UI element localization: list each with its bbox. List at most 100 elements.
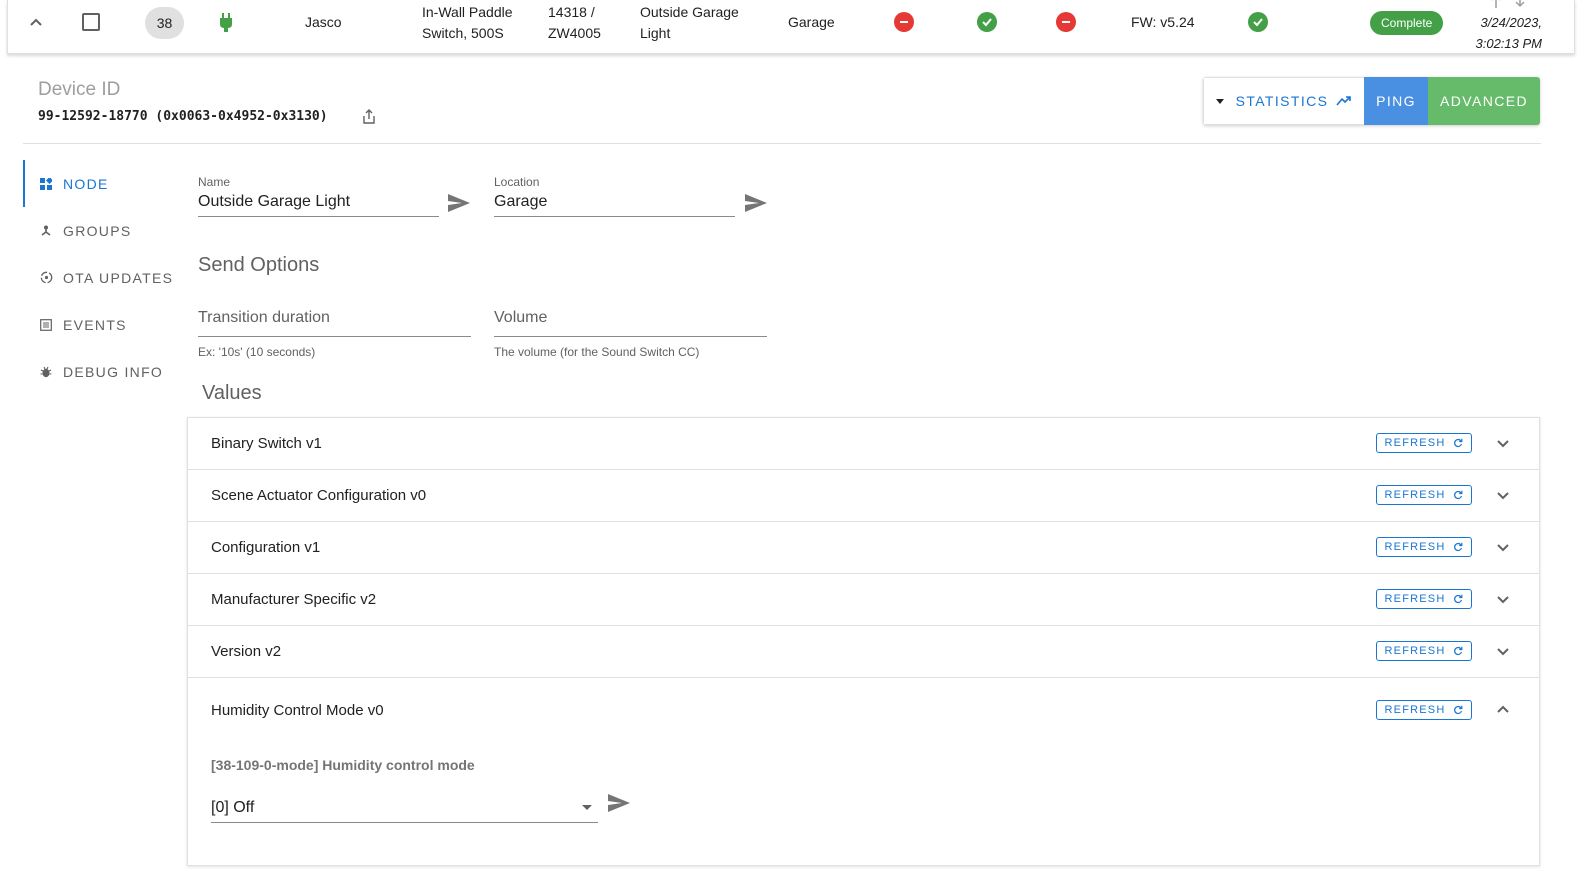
refresh-icon	[1453, 594, 1463, 604]
grid-icon	[39, 177, 53, 191]
value-group-title: Binary Switch v1	[211, 435, 322, 452]
values-title: Values	[202, 382, 262, 404]
plug-icon	[220, 13, 232, 36]
refresh-icon	[1453, 542, 1463, 552]
value-group-row[interactable]: Version v2 REFRESH	[188, 626, 1539, 678]
tab-events[interactable]: EVENTS	[23, 301, 183, 348]
advanced-button[interactable]: ADVANCED	[1428, 77, 1540, 125]
refresh-button[interactable]: REFRESH	[1376, 589, 1472, 609]
refresh-button[interactable]: REFRESH	[1376, 485, 1472, 505]
update-icon	[39, 271, 53, 285]
tab-ota-updates[interactable]: OTA UPDATES	[23, 254, 183, 301]
tab-label: OTA UPDATES	[63, 269, 174, 286]
device-id-value: 99-12592-18770 (0x0063-0x4952-0x3130)	[38, 109, 328, 124]
ping-button[interactable]: PING	[1364, 77, 1428, 125]
humidity-mode-value: [0] Off	[211, 799, 255, 816]
name-field[interactable]: Name Outside Garage Light	[198, 175, 439, 217]
node-id-chip: 38	[145, 7, 184, 39]
export-icon[interactable]	[362, 109, 376, 130]
chevron-down-icon[interactable]	[1496, 540, 1510, 559]
sort-arrows-icon	[1488, 0, 1528, 11]
tab-label: DEBUG INFO	[63, 363, 164, 380]
trending-icon	[1336, 95, 1352, 107]
refresh-button[interactable]: REFRESH	[1376, 700, 1472, 720]
header-divider	[23, 143, 1541, 144]
statistics-button[interactable]: STATISTICS	[1203, 77, 1364, 125]
tab-groups[interactable]: GROUPS	[23, 207, 183, 254]
refresh-button[interactable]: REFRESH	[1376, 433, 1472, 453]
value-group-title: Scene Actuator Configuration v0	[211, 487, 427, 504]
value-group-row[interactable]: Binary Switch v1 REFRESH	[188, 418, 1539, 470]
volume-field[interactable]: Volume The volume (for the Sound Switch …	[494, 309, 767, 359]
refresh-label: REFRESH	[1384, 541, 1446, 553]
device-actions: STATISTICS PING ADVANCED	[1203, 77, 1540, 125]
list-icon	[39, 318, 53, 332]
side-tabs: NODE GROUPS OTA UPDATES EVENTS DEBUG INF…	[23, 160, 183, 395]
name-cell: Outside Garage Light	[640, 4, 739, 41]
value-group-title: Humidity Control Mode v0	[211, 702, 384, 719]
chevron-down-icon[interactable]	[1496, 436, 1510, 455]
humidity-mode-label: [38-109-0-mode] Humidity control mode	[211, 757, 475, 773]
firmware-cell: FW: v5.24	[1131, 14, 1195, 30]
minus-circle-icon	[1056, 12, 1076, 32]
send-icon[interactable]	[608, 794, 630, 817]
location-cell: Garage	[788, 14, 835, 30]
transition-duration-hint: Ex: '10s' (10 seconds)	[198, 345, 316, 359]
product-code-cell: 14318 / ZW4005	[548, 4, 601, 41]
value-group-row-expanded[interactable]: Humidity Control Mode v0 REFRESH [38-109…	[188, 678, 1539, 866]
name-input[interactable]: Outside Garage Light	[198, 189, 439, 217]
transition-duration-input[interactable]: Transition duration	[198, 309, 471, 337]
tab-label: EVENTS	[63, 316, 127, 333]
value-group-row[interactable]: Configuration v1 REFRESH	[188, 522, 1539, 574]
statistics-label: STATISTICS	[1235, 93, 1329, 109]
row-checkbox[interactable]	[82, 13, 100, 31]
chevron-down-icon[interactable]	[1496, 488, 1510, 507]
volume-hint: The volume (for the Sound Switch CC)	[494, 345, 700, 359]
caret-down-icon	[582, 805, 592, 810]
refresh-label: REFRESH	[1384, 437, 1446, 449]
tree-icon	[39, 224, 53, 238]
check-circle-icon	[1248, 12, 1268, 32]
refresh-icon	[1453, 438, 1463, 448]
refresh-label: REFRESH	[1384, 489, 1446, 501]
interview-status-chip: Complete	[1370, 11, 1444, 35]
chevron-down-icon[interactable]	[1496, 644, 1510, 663]
chevron-up-icon[interactable]	[28, 14, 44, 30]
tab-label: NODE	[63, 175, 109, 192]
location-field[interactable]: Location Garage	[494, 175, 735, 217]
send-icon[interactable]	[448, 194, 470, 217]
volume-input[interactable]: Volume	[494, 309, 767, 337]
check-circle-icon	[977, 12, 997, 32]
bug-icon	[39, 365, 53, 379]
refresh-icon	[1453, 646, 1463, 656]
location-input[interactable]: Garage	[494, 189, 735, 217]
value-group-title: Manufacturer Specific v2	[211, 591, 377, 608]
device-id-label: Device ID	[38, 79, 121, 100]
send-icon[interactable]	[745, 194, 767, 217]
refresh-icon	[1453, 490, 1463, 500]
transition-duration-field[interactable]: Transition duration Ex: '10s' (10 second…	[198, 309, 471, 359]
chevron-down-icon[interactable]	[1496, 592, 1510, 611]
value-group-title: Version v2	[211, 643, 282, 660]
send-options-title: Send Options	[198, 254, 320, 276]
refresh-label: REFRESH	[1384, 704, 1446, 716]
humidity-mode-select[interactable]: [0] Off	[211, 791, 598, 823]
last-active-cell: 3/24/2023, 3:02:13 PM	[1475, 15, 1543, 51]
tab-node[interactable]: NODE	[23, 160, 183, 207]
device-table-row[interactable]: 38 Jasco In-Wall Paddle Switch, 500S 143…	[7, 0, 1575, 54]
product-cell: In-Wall Paddle Switch, 500S	[422, 4, 513, 41]
minus-circle-icon	[894, 12, 914, 32]
value-group-title: Configuration v1	[211, 539, 321, 556]
value-group-row[interactable]: Manufacturer Specific v2 REFRESH	[188, 574, 1539, 626]
manufacturer-cell: Jasco	[305, 14, 342, 30]
name-label: Name	[198, 175, 231, 189]
refresh-button[interactable]: REFRESH	[1376, 641, 1472, 661]
refresh-label: REFRESH	[1384, 593, 1446, 605]
location-label: Location	[494, 175, 540, 189]
tab-debug-info[interactable]: DEBUG INFO	[23, 348, 183, 395]
chevron-up-icon[interactable]	[1496, 702, 1510, 721]
refresh-icon	[1453, 705, 1463, 715]
value-group-row[interactable]: Scene Actuator Configuration v0 REFRESH	[188, 470, 1539, 522]
refresh-button[interactable]: REFRESH	[1376, 537, 1472, 557]
values-panel: Binary Switch v1 REFRESH Scene Actuator …	[187, 417, 1540, 866]
